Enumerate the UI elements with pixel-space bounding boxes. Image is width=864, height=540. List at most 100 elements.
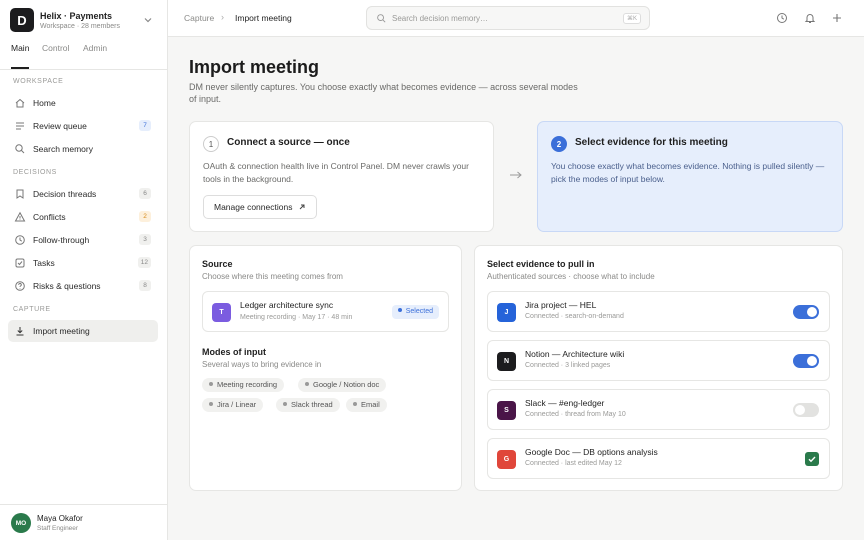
meeting-option[interactable]: T Ledger architecture sync Meeting recor… <box>202 291 449 332</box>
sidebar-item-conflicts[interactable]: Conflicts 2 <box>8 206 158 228</box>
workspace-switcher[interactable]: D Helix · Payments Workspace · 28 member… <box>10 8 158 36</box>
sidebar-item-decision-threads[interactable]: Decision threads 6 <box>8 183 158 205</box>
mode-chip[interactable]: Email <box>346 398 387 412</box>
section-heading-decisions: DECISIONS <box>13 169 57 176</box>
sidebar-item-label: Decision threads <box>33 189 97 199</box>
step-number: 2 <box>551 136 567 152</box>
breadcrumb-current: Import meeting <box>235 13 292 23</box>
search-placeholder: Search decision memory… <box>392 14 489 23</box>
app: D Helix · Payments Workspace · 28 member… <box>0 0 864 540</box>
warning-icon <box>14 211 26 222</box>
evidence-meta: Connected · thread from May 10 <box>525 411 626 418</box>
workspace-logo: D <box>10 8 34 32</box>
sidebar-item-tasks[interactable]: Tasks 12 <box>8 252 158 274</box>
evidence-item-google-doc[interactable]: G Google Doc — DB options analysis Conne… <box>487 438 830 479</box>
count-badge: 8 <box>139 280 151 291</box>
slack-icon: S <box>497 401 516 420</box>
evidence-meta: Connected · search-on-demand <box>525 313 624 320</box>
evidence-meta: Connected · 3 linked pages <box>525 362 611 369</box>
divider <box>0 69 167 70</box>
meeting-title: Ledger architecture sync <box>240 300 334 310</box>
manage-connections-button[interactable]: Manage connections <box>203 195 318 219</box>
mode-chip[interactable]: Meeting recording <box>202 378 285 392</box>
mode-chip[interactable]: Google / Notion doc <box>298 378 387 392</box>
sidebar-item-risks-questions[interactable]: Risks & questions 8 <box>8 275 158 297</box>
breadcrumb-separator: › <box>221 12 224 22</box>
page-description: DM never silently captures. You choose e… <box>189 82 578 104</box>
evidence-title: Jira project — HEL <box>525 300 597 310</box>
workspace-subtitle: Workspace · 28 members <box>40 23 121 30</box>
evidence-meta: Connected · last edited May 12 <box>525 460 622 467</box>
source-panel: Source Choose where this meeting comes f… <box>189 245 462 491</box>
history-icon[interactable] <box>776 12 788 24</box>
home-icon <box>15 98 25 108</box>
breadcrumb-parent[interactable]: Capture <box>184 13 214 23</box>
arrow-right-icon <box>510 171 522 179</box>
sidebar: D Helix · Payments Workspace · 28 member… <box>0 0 168 540</box>
clock-icon <box>15 235 25 245</box>
evidence-item-jira[interactable]: J Jira project — HEL Connected · search-… <box>487 291 830 332</box>
google-doc-icon: G <box>497 450 516 469</box>
page-title: Import meeting <box>189 57 320 77</box>
count-badge: 2 <box>139 211 151 222</box>
list-icon <box>16 122 24 130</box>
question-icon <box>15 281 25 291</box>
panel-title: Select evidence to pull in <box>487 259 595 269</box>
sidebar-item-follow-through[interactable]: Follow-through 3 <box>8 229 158 251</box>
shortcut-hint: ⌘K <box>622 13 641 24</box>
plus-icon[interactable] <box>831 12 843 24</box>
count-badge: 7 <box>139 120 151 131</box>
sidebar-item-label: Follow-through <box>33 235 90 245</box>
sidebar-item-home[interactable]: Home <box>8 92 158 114</box>
step-title: Select evidence for this meeting <box>575 137 728 148</box>
tab-main[interactable]: Main <box>11 43 30 69</box>
sidebar-item-review-queue[interactable]: Review queue 7 <box>8 115 158 137</box>
jira-icon: J <box>497 303 516 322</box>
download-icon <box>16 327 24 336</box>
sidebar-item-label: Home <box>33 98 56 108</box>
evidence-title: Slack — #eng-ledger <box>525 398 605 408</box>
sidebar-item-search-memory[interactable]: Search memory <box>8 138 158 160</box>
main-content: Import meeting DM never silently capture… <box>168 37 864 540</box>
search-input[interactable]: Search decision memory… ⌘K <box>366 6 650 30</box>
chevron-down-icon[interactable] <box>142 14 154 26</box>
step-connect-source: 1 Connect a source — once OAuth & connec… <box>189 121 494 232</box>
status-badge: Selected <box>391 305 439 319</box>
tab-admin[interactable]: Admin <box>83 43 107 69</box>
include-toggle[interactable] <box>793 305 819 319</box>
sidebar-item-label: Review queue <box>33 121 87 131</box>
include-checkbox[interactable] <box>805 452 819 466</box>
mode-chip[interactable]: Jira / Linear <box>202 398 264 412</box>
user-profile[interactable]: MO Maya Okafor Staff Engineer <box>0 504 167 540</box>
evidence-panel: Select evidence to pull in Authenticated… <box>474 245 843 491</box>
sidebar-item-label: Import meeting <box>33 326 90 336</box>
evidence-item-notion[interactable]: N Notion — Architecture wiki Connected ·… <box>487 340 830 381</box>
modes-subtitle: Several ways to bring evidence in <box>202 360 322 369</box>
sidebar-item-label: Risks & questions <box>33 281 101 291</box>
external-link-icon <box>300 204 305 210</box>
step-body: You choose exactly what becomes evidence… <box>551 161 825 184</box>
evidence-item-slack[interactable]: S Slack — #eng-ledger Connected · thread… <box>487 389 830 430</box>
modes-title: Modes of input <box>202 347 266 357</box>
sidebar-item-label: Conflicts <box>33 212 66 222</box>
mode-chip[interactable]: Slack thread <box>276 398 340 412</box>
include-toggle[interactable] <box>793 354 819 368</box>
button-label: Manage connections <box>214 202 293 212</box>
step-select-evidence: 2 Select evidence for this meeting You c… <box>537 121 843 232</box>
notion-icon: N <box>497 352 516 371</box>
panel-title: Source <box>202 259 233 269</box>
top-bar: Capture › Import meeting Search decision… <box>168 0 864 37</box>
check-icon <box>808 456 816 463</box>
user-name: Maya Okafor <box>37 514 83 523</box>
meeting-avatar: T <box>212 303 231 322</box>
panel-subtitle: Choose where this meeting comes from <box>202 272 343 281</box>
user-role: Staff Engineer <box>37 525 79 532</box>
panel-subtitle: Authenticated sources · choose what to i… <box>487 272 655 281</box>
bookmark-icon <box>16 189 24 199</box>
sidebar-item-import-meeting[interactable]: Import meeting <box>8 320 158 342</box>
bell-icon[interactable] <box>804 12 816 24</box>
evidence-title: Notion — Architecture wiki <box>525 349 625 359</box>
tab-control[interactable]: Control <box>42 43 69 69</box>
sidebar-item-label: Search memory <box>33 144 93 154</box>
include-toggle[interactable] <box>793 403 819 417</box>
